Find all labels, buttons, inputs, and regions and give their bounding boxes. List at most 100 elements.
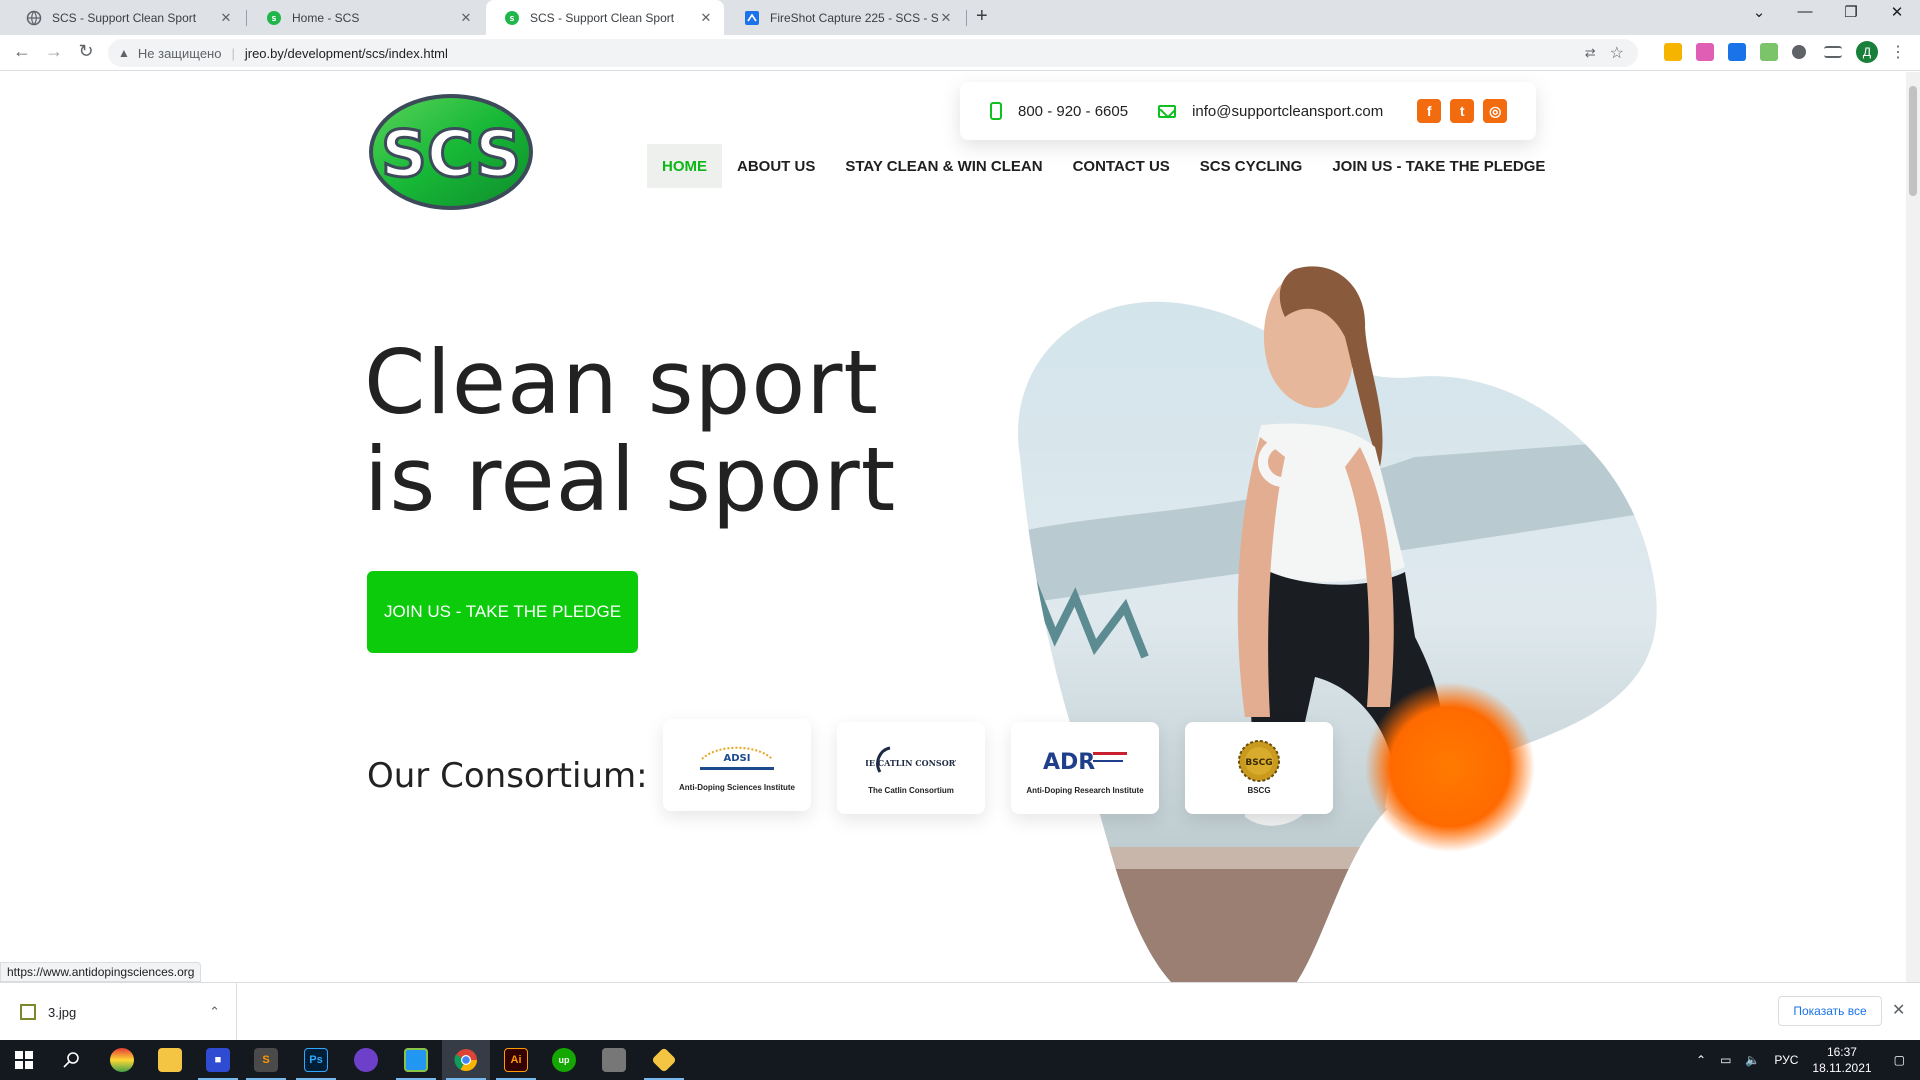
file-explorer-icon[interactable] <box>146 1040 194 1080</box>
catlin-logo-text: THE CATLIN CONSORTIUM <box>866 758 956 768</box>
globe-icon <box>26 10 42 26</box>
adr-logo: ADR <box>1035 742 1135 780</box>
address-bar[interactable]: ▲ Не защищено | jreo.by/development/scs/… <box>108 39 1638 67</box>
profile-avatar[interactable]: Д <box>1856 41 1878 63</box>
catlin-logo: THE CATLIN CONSORTIUM <box>866 742 956 780</box>
scrollbar-thumb[interactable] <box>1909 86 1917 196</box>
nav-home[interactable]: HOME <box>647 144 722 188</box>
partner-card-catlin[interactable]: THE CATLIN CONSORTIUM The Catlin Consort… <box>837 722 985 814</box>
show-all-downloads-button[interactable]: Показать все <box>1778 996 1882 1026</box>
close-icon[interactable]: ✕ <box>938 10 954 26</box>
upwork-icon[interactable]: up <box>540 1040 588 1080</box>
divider: | <box>231 45 235 61</box>
url-text[interactable]: jreo.by/development/scs/index.html <box>245 46 448 61</box>
page-scrollbar[interactable] <box>1906 72 1920 982</box>
fireshot-icon <box>744 10 760 26</box>
new-tab-button[interactable]: + <box>976 5 988 28</box>
forward-button[interactable]: → <box>42 41 66 62</box>
browser-toolbar: ← → ↻ ▲ Не защищено | jreo.by/developmen… <box>0 35 1920 71</box>
nav-scs-cycling[interactable]: SCS CYCLING <box>1185 144 1318 188</box>
extension-sheet-icon[interactable] <box>1760 43 1778 61</box>
partner-name: The Catlin Consortium <box>868 785 954 795</box>
partner-card-adsi[interactable]: ADSI Anti-Doping Sciences Institute <box>663 719 811 811</box>
fireshot-extension-icon[interactable] <box>1728 43 1746 61</box>
close-window-button[interactable]: ✕ <box>1874 3 1920 21</box>
photoshop-icon[interactable]: Ps <box>292 1040 340 1080</box>
color-app-icon[interactable] <box>98 1040 146 1080</box>
extension-bookmark-icon[interactable] <box>1664 43 1682 61</box>
partner-card-adr[interactable]: ADR Anti-Doping Research Institute <box>1011 722 1159 814</box>
chevron-up-icon[interactable]: ⌃ <box>209 1004 220 1020</box>
instagram-icon[interactable]: ◎ <box>1483 99 1508 123</box>
reading-list-icon[interactable] <box>1824 46 1842 58</box>
windows-start-icon[interactable] <box>0 1040 48 1080</box>
reload-button[interactable]: ↻ <box>74 41 98 62</box>
browser-tab-3-active[interactable]: S SCS - Support Clean Sport ✕ <box>486 0 724 35</box>
download-file-name[interactable]: 3.jpg <box>48 1005 76 1020</box>
bookmark-star-icon[interactable]: ☆ <box>1610 43 1624 63</box>
close-icon[interactable]: ✕ <box>698 10 714 26</box>
phone-number[interactable]: 800 - 920 - 6605 <box>1018 103 1128 120</box>
chevron-up-icon[interactable]: ⌃ <box>1696 1053 1706 1067</box>
tab-title: Home - SCS <box>292 10 360 25</box>
minimize-button[interactable]: — <box>1782 3 1828 20</box>
translate-icon[interactable]: ⇄ <box>1585 45 1596 61</box>
svg-text:S: S <box>271 15 276 23</box>
tab-separator <box>966 10 967 26</box>
nav-stay-clean[interactable]: STAY CLEAN & WIN CLEAN <box>830 144 1057 188</box>
back-button[interactable]: ← <box>10 41 34 62</box>
contact-card: 800 - 920 - 6605 info@supportcleansport.… <box>960 82 1536 140</box>
warning-icon[interactable]: ▲ <box>118 46 130 60</box>
search-icon[interactable] <box>48 1040 96 1080</box>
browser-tab-1[interactable]: SCS - Support Clean Sport ✕ <box>8 0 244 35</box>
notifications-icon[interactable]: ▢ <box>1894 1053 1905 1067</box>
image-file-icon <box>20 1004 36 1020</box>
security-label[interactable]: Не защищено <box>138 46 222 61</box>
bscg-logo: BSCG <box>1237 739 1281 782</box>
decorative-orange-circle <box>1365 682 1535 852</box>
twitter-icon[interactable]: t <box>1450 99 1475 123</box>
screen-app-icon[interactable] <box>392 1040 440 1080</box>
partner-card-bscg[interactable]: BSCG BSCG <box>1185 722 1333 814</box>
volume-icon[interactable]: 🔈 <box>1745 1053 1760 1067</box>
github-icon[interactable] <box>342 1040 390 1080</box>
web-page: SCS 800 - 920 - 6605 info@supportcleansp… <box>0 72 1906 982</box>
windows-taskbar: ■ S Ps Ai up ⌃ ▭ 🔈 РУС 16:37 18.11.2021 … <box>0 1040 1920 1080</box>
nav-join-us[interactable]: JOIN US - TAKE THE PLEDGE <box>1317 144 1560 188</box>
menu-icon[interactable]: ⋮ <box>1890 42 1906 62</box>
nav-about-us[interactable]: ABOUT US <box>722 144 830 188</box>
camera-icon[interactable] <box>590 1040 638 1080</box>
email-link[interactable]: info@supportcleansport.com <box>1192 103 1383 120</box>
nav-contact-us[interactable]: CONTACT US <box>1058 144 1185 188</box>
browser-tab-2[interactable]: S Home - SCS ✕ <box>248 0 484 35</box>
adsi-logo: ADSI <box>692 739 782 777</box>
browser-tab-4[interactable]: FireShot Capture 225 - SCS - Sup ✕ <box>726 0 964 35</box>
download-bar: 3.jpg ⌃ Показать все ✕ <box>0 982 1920 1041</box>
scs-logo[interactable]: SCS <box>367 92 537 212</box>
tab-search-icon[interactable]: ⌄ <box>1736 3 1782 21</box>
extensions-puzzle-icon[interactable] <box>1792 45 1806 59</box>
network-icon[interactable]: ▭ <box>1720 1053 1731 1067</box>
restore-button[interactable]: ❐ <box>1828 3 1874 21</box>
hero-headline: Clean sport is real sport <box>364 334 896 528</box>
mail-icon <box>1158 104 1177 118</box>
join-us-pledge-button[interactable]: JOIN US - TAKE THE PLEDGE <box>367 571 638 653</box>
git-icon[interactable] <box>640 1040 688 1080</box>
sublime-text-icon[interactable]: S <box>242 1040 290 1080</box>
facebook-icon[interactable]: f <box>1417 99 1442 123</box>
chrome-icon[interactable] <box>442 1040 490 1080</box>
close-icon[interactable]: ✕ <box>458 10 474 26</box>
tab-separator <box>246 10 247 26</box>
logo-text: SCS <box>381 118 521 192</box>
partner-name: Anti-Doping Sciences Institute <box>678 782 795 792</box>
browser-tab-strip: SCS - Support Clean Sport ✕ S Home - SCS… <box>0 0 1920 35</box>
status-bar-url: https://www.antidopingsciences.org <box>0 962 202 982</box>
close-icon[interactable]: ✕ <box>218 10 234 26</box>
illustrator-icon[interactable]: Ai <box>492 1040 540 1080</box>
language-indicator[interactable]: РУС <box>1774 1053 1798 1067</box>
save-icon[interactable]: ■ <box>194 1040 242 1080</box>
extension-color-icon[interactable] <box>1696 43 1714 61</box>
download-item[interactable]: 3.jpg ⌃ <box>0 983 237 1041</box>
close-download-bar-icon[interactable]: ✕ <box>1892 1000 1905 1020</box>
clock[interactable]: 16:37 18.11.2021 <box>1812 1044 1871 1076</box>
